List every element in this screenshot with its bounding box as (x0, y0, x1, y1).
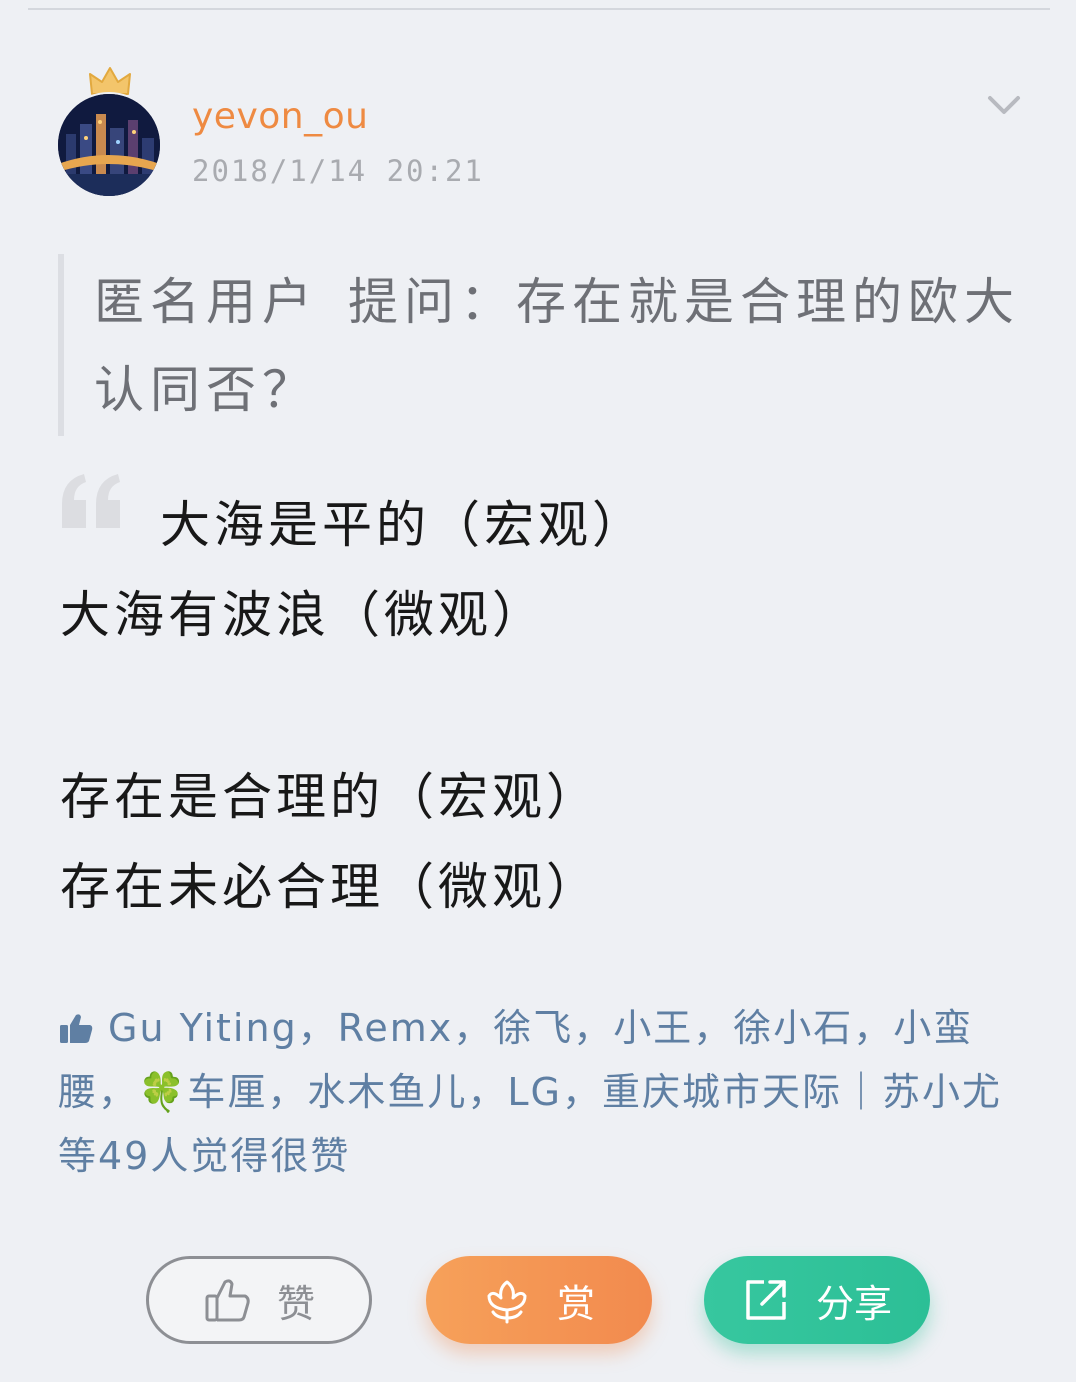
author-avatar-group[interactable] (58, 66, 164, 196)
answer-line: 存在未必合理（微观） (60, 858, 600, 916)
reward-button[interactable]: 赏 (426, 1256, 652, 1344)
question-text: 匿名用户 提问：存在就是合理的欧大认同否？ (94, 258, 1044, 434)
question-block[interactable]: 匿名用户 提问：存在就是合理的欧大认同否？ (58, 254, 1048, 436)
share-button[interactable]: 分享 (704, 1256, 930, 1344)
like-button-label: 赞 (276, 1281, 315, 1326)
avatar[interactable] (58, 94, 160, 196)
answer-text: 大海是平的（宏观） 大海有波浪（微观） 存在是合理的（宏观） 存在未必合理（微观… (60, 480, 1040, 932)
likes-names-part2: 车厘，水木鱼儿，LG，重庆城市天际｜苏小尤等49人觉得很赞 (58, 1070, 1002, 1178)
chevron-down-icon[interactable] (984, 90, 1024, 120)
author-name[interactable]: yevon_ou (192, 96, 368, 137)
post-timestamp: 2018/1/14 20:21 (192, 154, 484, 188)
answer-line-blank (60, 660, 1040, 752)
share-button-label: 分享 (815, 1281, 892, 1326)
clover-emoji: 🍀 (138, 1070, 188, 1114)
likes-list[interactable]: Gu Yiting，Remx，徐飞，小王，徐小石，小蛮腰，🍀车厘，水木鱼儿，LG… (58, 996, 1018, 1188)
answer-line: 大海有波浪（微观） (60, 586, 546, 644)
thumbs-up-icon (205, 1279, 250, 1322)
answer-card: yevon_ou 2018/1/14 20:21 匿名用户 提问：存在就是合理的欧… (0, 0, 1076, 1382)
share-icon (746, 1280, 786, 1320)
reward-button-label: 赏 (556, 1281, 595, 1326)
answer-line: 存在是合理的（宏观） (60, 768, 600, 826)
answer-line: 大海是平的（宏观） (160, 496, 646, 554)
thumbs-up-icon (60, 1014, 93, 1043)
like-button[interactable]: 赞 (146, 1256, 372, 1344)
flower-icon (487, 1280, 527, 1324)
question-asker: 匿名用户 (94, 273, 318, 331)
